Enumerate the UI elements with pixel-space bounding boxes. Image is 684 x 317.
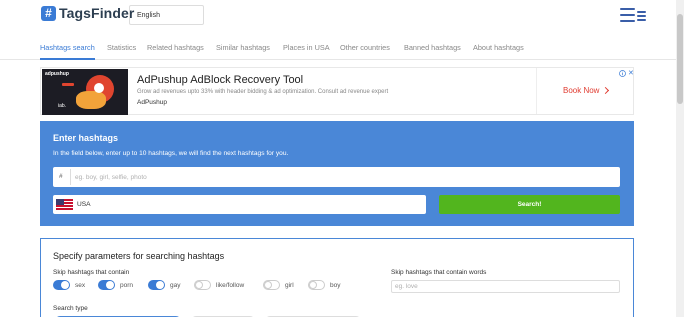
hamburger-menu-icon[interactable] bbox=[620, 8, 646, 22]
toggle-switch[interactable] bbox=[308, 280, 325, 290]
ad-description: Grow ad revenues upto 33% with header bi… bbox=[137, 89, 389, 95]
language-select[interactable]: English bbox=[129, 5, 204, 25]
toggle-label: boy bbox=[330, 281, 341, 289]
ad-banner[interactable]: adpushup iab. AdPushup AdBlock Recovery … bbox=[40, 67, 634, 115]
ad-divider bbox=[536, 68, 537, 114]
toggle-girl[interactable]: girl bbox=[263, 280, 294, 290]
nav-other-countries[interactable]: Other countries bbox=[340, 43, 390, 52]
hashtag-search-panel: Enter hashtags In the field below, enter… bbox=[40, 121, 634, 226]
active-tab-indicator bbox=[40, 58, 95, 60]
skip-hashtags-label: Skip hashtags that contain bbox=[53, 269, 130, 276]
hashtag-input-wrapper: # bbox=[53, 167, 620, 187]
nav-hashtags-search[interactable]: Hashtags search bbox=[40, 43, 95, 52]
hashtag-input[interactable] bbox=[75, 167, 615, 187]
ad-source: AdPushup bbox=[137, 99, 167, 106]
ad-title[interactable]: AdPushup AdBlock Recovery Tool bbox=[137, 74, 303, 86]
skip-words-input[interactable] bbox=[391, 280, 620, 293]
toggle-label: like/follow bbox=[216, 281, 245, 289]
panel-title: Enter hashtags bbox=[53, 133, 119, 143]
toggle-like-follow[interactable]: like/follow bbox=[194, 280, 244, 290]
logo[interactable]: # TagsFinder bbox=[41, 5, 134, 21]
hash-icon: # bbox=[59, 173, 63, 180]
ad-image-footer: iab. bbox=[58, 103, 67, 109]
hash-logo-icon: # bbox=[41, 5, 56, 21]
nav-banned-hashtags[interactable]: Banned hashtags bbox=[404, 43, 461, 52]
nav-statistics[interactable]: Statistics bbox=[107, 43, 136, 52]
close-icon[interactable]: ✕ bbox=[628, 69, 634, 77]
nav-similar-hashtags[interactable]: Similar hashtags bbox=[216, 43, 270, 52]
params-title: Specify parameters for searching hashtag… bbox=[53, 251, 225, 261]
ad-image[interactable]: adpushup iab. bbox=[42, 69, 128, 115]
ad-cta-label: Book Now bbox=[563, 86, 600, 95]
toggle-sex[interactable]: sex bbox=[53, 280, 85, 290]
toggle-label: gay bbox=[170, 281, 181, 289]
country-select[interactable]: USA bbox=[53, 195, 426, 214]
toggle-label: girl bbox=[285, 281, 294, 289]
usa-flag-icon bbox=[56, 199, 73, 210]
toggle-porn[interactable]: porn bbox=[98, 280, 133, 290]
main-nav: Hashtags search Statistics Related hasht… bbox=[0, 32, 676, 60]
search-parameters-panel: Specify parameters for searching hashtag… bbox=[40, 238, 634, 317]
skip-words-label: Skip hashtags that contain words bbox=[391, 269, 487, 276]
info-icon[interactable] bbox=[619, 70, 626, 77]
country-label: USA bbox=[77, 201, 91, 208]
toggle-gay[interactable]: gay bbox=[148, 280, 180, 290]
toggle-label: sex bbox=[75, 281, 86, 289]
logo-text: TagsFinder bbox=[59, 5, 135, 21]
toggle-switch[interactable] bbox=[53, 280, 70, 290]
toggle-switch[interactable] bbox=[263, 280, 280, 290]
toggle-boy[interactable]: boy bbox=[308, 280, 340, 290]
chevron-right-icon bbox=[602, 86, 610, 95]
nav-places-in-usa[interactable]: Places in USA bbox=[283, 43, 330, 52]
ad-image-brand: adpushup bbox=[45, 71, 69, 77]
search-button[interactable]: Search! bbox=[439, 195, 620, 214]
page-scrollbar[interactable] bbox=[676, 0, 684, 317]
input-separator bbox=[70, 169, 71, 185]
toggle-switch[interactable] bbox=[148, 280, 165, 290]
site-header: # TagsFinder English bbox=[0, 0, 676, 32]
ad-book-now-button[interactable]: Book Now bbox=[563, 86, 610, 95]
search-type-label: Search type bbox=[53, 305, 88, 312]
toggle-switch[interactable] bbox=[98, 280, 115, 290]
panel-description: In the field below, enter up to 10 hasht… bbox=[53, 150, 289, 157]
nav-related-hashtags[interactable]: Related hashtags bbox=[147, 43, 204, 52]
toggle-label: porn bbox=[120, 281, 134, 289]
scrollbar-thumb[interactable] bbox=[677, 14, 683, 104]
toggle-switch[interactable] bbox=[194, 280, 211, 290]
nav-about-hashtags[interactable]: About hashtags bbox=[473, 43, 524, 52]
